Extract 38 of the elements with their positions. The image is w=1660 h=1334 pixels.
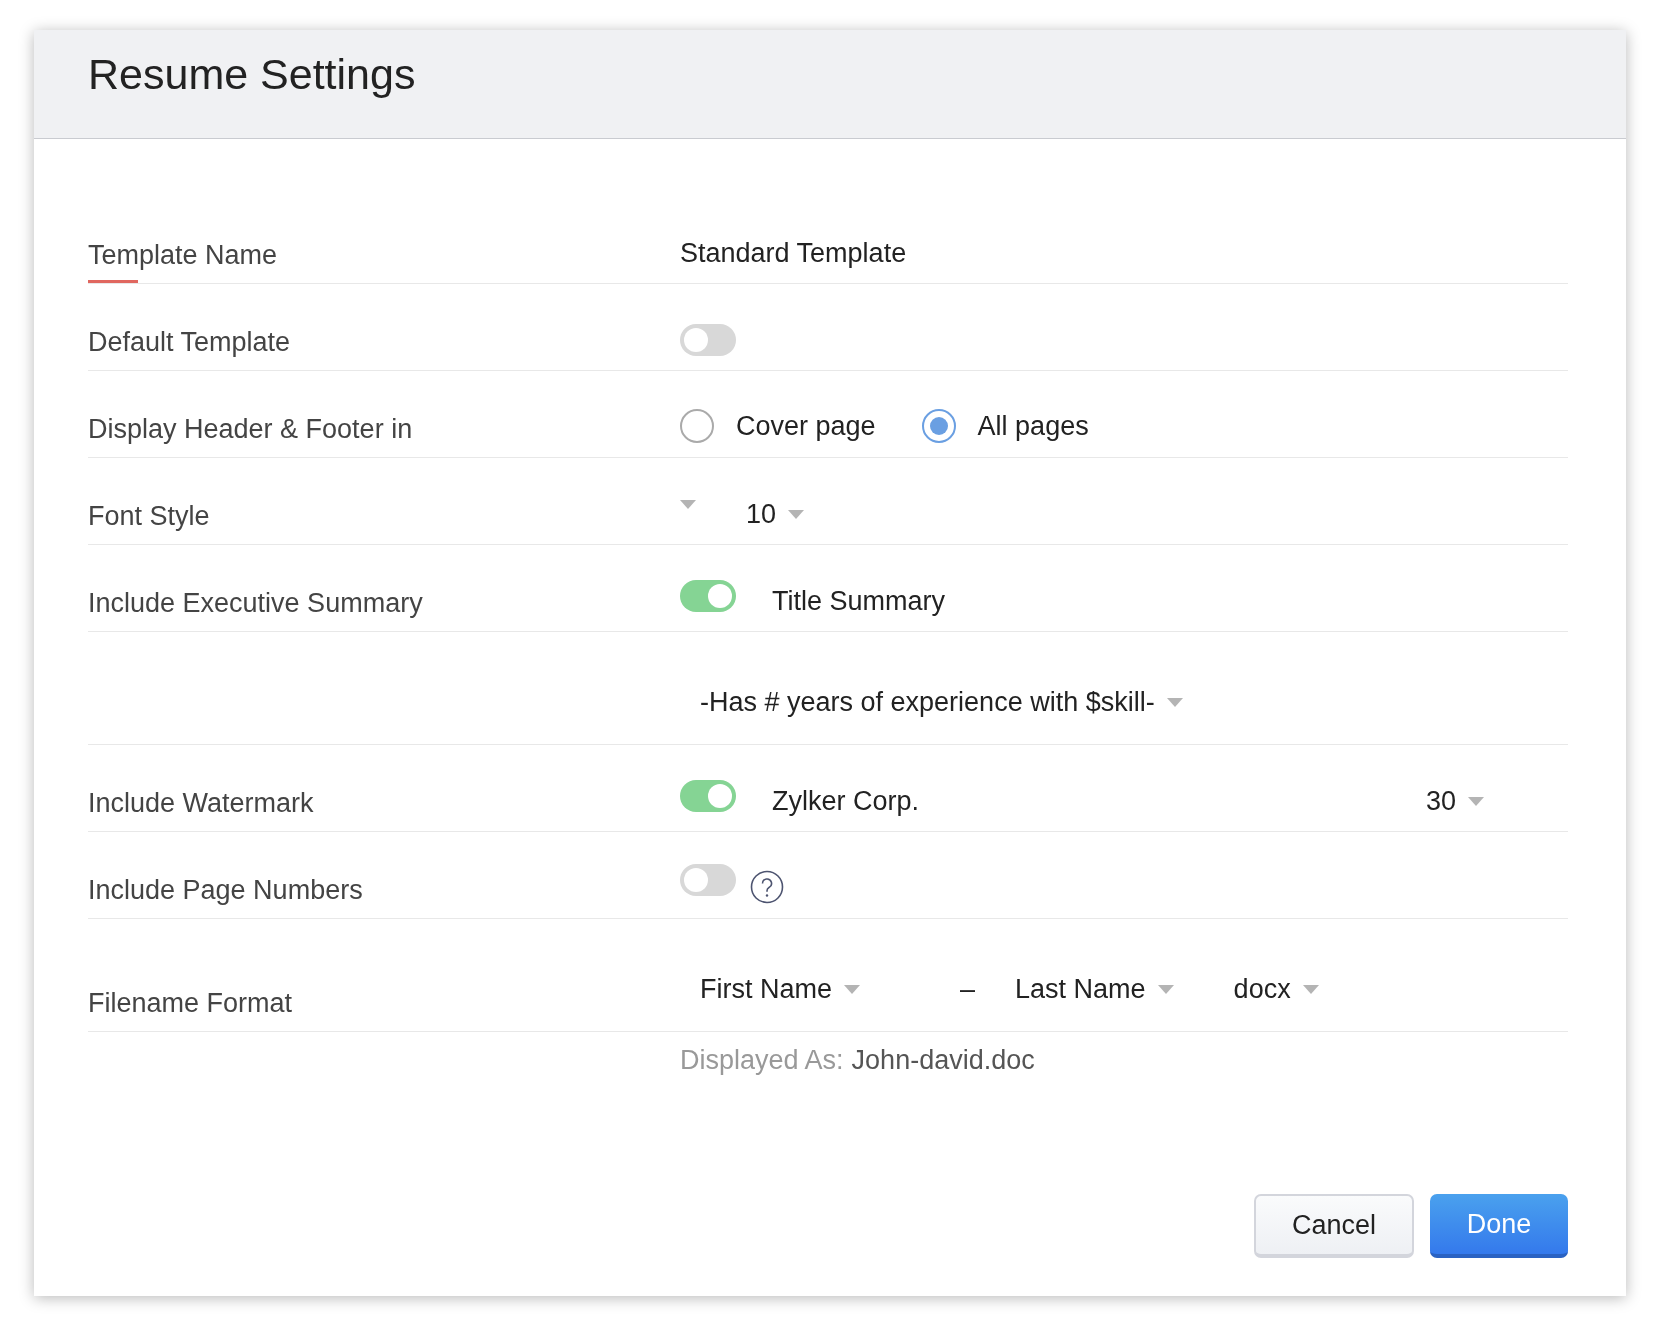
preview-caption: Displayed As: — [680, 1045, 844, 1076]
field-label: Include Watermark — [88, 788, 314, 820]
toggle-switch[interactable] — [680, 864, 736, 896]
filename-part-dropdown[interactable]: First Name — [700, 974, 860, 1005]
field-label: Include Executive Summary — [88, 588, 423, 620]
opacity-dropdown[interactable]: 30 — [1425, 786, 1484, 817]
filename-part-dropdown[interactable]: docx — [1233, 974, 1319, 1005]
toggle-text: Title Summary — [772, 586, 946, 617]
toggle-text: Zylker Corp. — [772, 786, 920, 817]
template-name-value: Standard Template — [680, 238, 907, 269]
caret-icon — [1157, 985, 1174, 994]
caret-icon — [1302, 985, 1319, 994]
caret-icon — [844, 985, 860, 994]
caret-icon — [788, 510, 805, 519]
toggle-switch[interactable] — [680, 780, 736, 812]
preview-filename: John-david.doc — [851, 1045, 1035, 1076]
caret-icon — [1166, 698, 1183, 707]
field-label: Default Template — [88, 327, 291, 359]
font-size-dropdown[interactable]: 10 — [746, 499, 805, 530]
summary-dropdown[interactable]: -Has # years of experience with $skill- — [700, 687, 1183, 718]
field-label: Display Header & Footer in — [88, 414, 413, 446]
help-icon[interactable] — [750, 870, 784, 904]
toggle-switch[interactable] — [680, 580, 736, 612]
field-label: Template Name — [88, 240, 278, 283]
caret-icon — [680, 500, 696, 509]
caret-icon — [1468, 797, 1484, 806]
cancel-button[interactable]: Cancel — [1254, 1194, 1414, 1258]
filename-part-dropdown[interactable]: Last Name — [1015, 974, 1174, 1005]
dialog-title: Resume Settings — [88, 49, 416, 99]
separator: – — [960, 974, 976, 1005]
toggle-switch[interactable] — [680, 324, 736, 356]
radio-label: Cover page — [736, 410, 876, 442]
radio-label: All pages — [977, 410, 1089, 442]
field-label: Filename Format — [88, 988, 293, 1020]
radio-button[interactable] — [680, 409, 714, 443]
radio-button[interactable] — [921, 409, 956, 443]
field-label: Include Page Numbers — [88, 875, 363, 907]
field-label: Font Style — [88, 501, 210, 533]
